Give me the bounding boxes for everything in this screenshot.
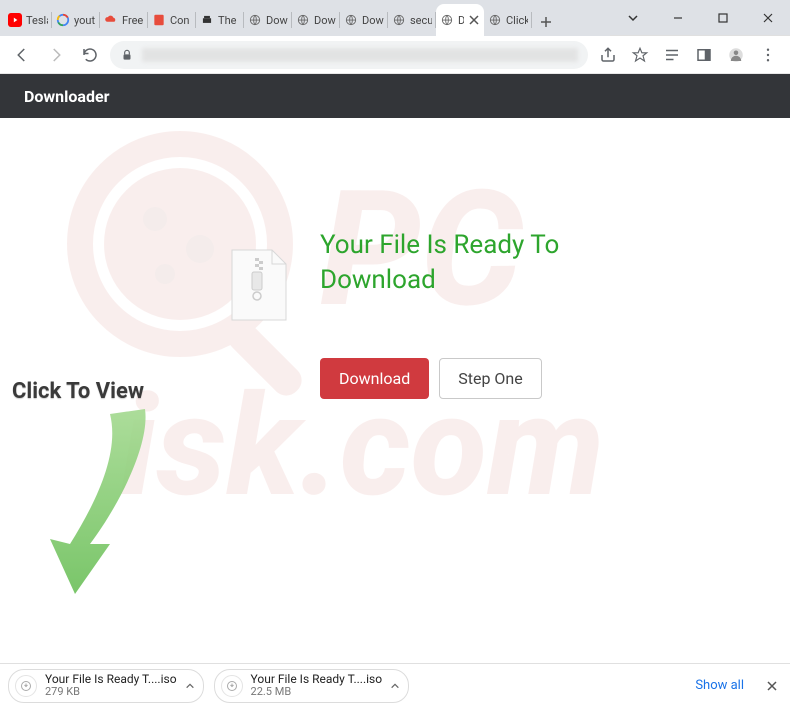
download-size: 279 KB (45, 686, 177, 698)
step-one-button[interactable]: Step One (439, 358, 542, 399)
tab-label: Dow (362, 14, 384, 27)
tab-label: Con (170, 14, 192, 27)
address-bar (0, 36, 790, 74)
tab-label: Dow (314, 14, 336, 27)
zip-file-icon (230, 248, 288, 322)
globe-icon (392, 13, 406, 27)
forward-button[interactable] (42, 41, 70, 69)
show-all-button[interactable]: Show all (687, 674, 752, 697)
close-icon[interactable] (468, 14, 480, 26)
menu-icon[interactable] (754, 41, 782, 69)
tab-con[interactable]: Con (148, 4, 196, 36)
tab-label: yout (74, 14, 96, 27)
close-icon[interactable] (762, 676, 782, 696)
download-item[interactable]: Your File Is Ready T....iso 279 KB (8, 669, 204, 703)
file-icon (152, 13, 166, 27)
tab-strip: Tesla yout Free Con The Dow Dow Dow secu… (0, 0, 650, 36)
tab-free[interactable]: Free (100, 4, 148, 36)
globe-icon (344, 13, 358, 27)
window-controls (610, 0, 790, 36)
back-button[interactable] (8, 41, 36, 69)
tab-secu[interactable]: secu (388, 4, 436, 36)
chevron-up-icon[interactable] (390, 681, 400, 691)
tab-label: The (218, 14, 240, 27)
chevron-down-icon[interactable] (610, 2, 655, 34)
file-icon (15, 675, 37, 697)
file-icon (221, 675, 243, 697)
download-button[interactable]: Download (320, 358, 429, 399)
tab-label: Free (122, 14, 144, 27)
youtube-icon (8, 13, 22, 27)
tab-active[interactable]: D (436, 4, 484, 36)
minimize-button[interactable] (655, 2, 700, 34)
tab-click[interactable]: Click (484, 4, 532, 36)
globe-icon (248, 13, 262, 27)
tab-label: Dow (266, 14, 288, 27)
globe-icon (440, 13, 454, 27)
maximize-button[interactable] (700, 2, 745, 34)
close-button[interactable] (745, 2, 790, 34)
reload-button[interactable] (76, 41, 104, 69)
tab-the[interactable]: The (196, 4, 244, 36)
downloads-bar: Your File Is Ready T....iso 279 KB Your … (0, 663, 790, 707)
profile-icon[interactable] (722, 41, 750, 69)
share-icon[interactable] (594, 41, 622, 69)
page-title: Downloader (0, 74, 790, 118)
arrow-down-icon (50, 384, 170, 614)
tab-dow-2[interactable]: Dow (292, 4, 340, 36)
omnibox[interactable] (110, 41, 588, 69)
tab-label: secu (410, 14, 432, 27)
download-item[interactable]: Your File Is Ready T....iso 22.5 MB (214, 669, 410, 703)
page-content: Downloader PC isk.com Your File Is Ready… (0, 74, 790, 663)
tab-tesla[interactable]: Tesla (4, 4, 52, 36)
tab-label: D (458, 14, 464, 27)
download-size: 22.5 MB (251, 686, 383, 698)
tab-youtube[interactable]: yout (52, 4, 100, 36)
headline: Your File Is Ready To Download (320, 228, 620, 298)
side-panel-icon[interactable] (690, 41, 718, 69)
globe-icon (296, 13, 310, 27)
new-tab-button[interactable] (532, 8, 560, 36)
cloud-icon (104, 13, 118, 27)
url-text (142, 48, 578, 62)
tab-dow-3[interactable]: Dow (340, 4, 388, 36)
tab-dow-1[interactable]: Dow (244, 4, 292, 36)
printer-icon (200, 13, 214, 27)
tab-label: Click (506, 14, 528, 27)
globe-icon (488, 13, 502, 27)
chevron-up-icon[interactable] (185, 681, 195, 691)
reading-list-icon[interactable] (658, 41, 686, 69)
tab-label: Tesla (26, 14, 48, 27)
star-icon[interactable] (626, 41, 654, 69)
google-icon (56, 13, 70, 27)
lock-icon (120, 48, 134, 62)
